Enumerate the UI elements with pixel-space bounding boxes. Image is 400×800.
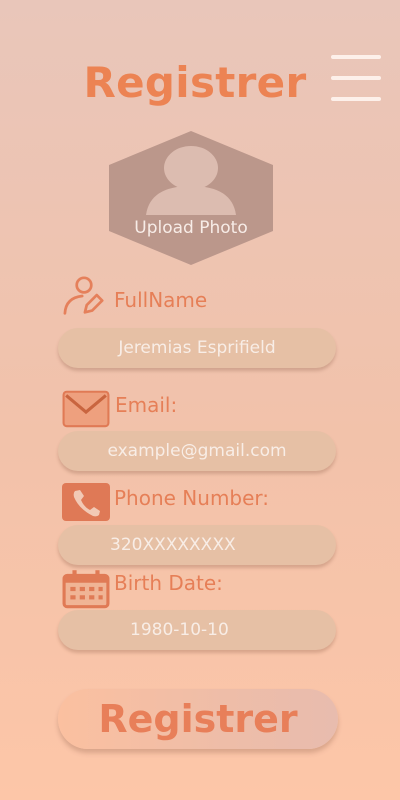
envelope-icon xyxy=(62,390,110,428)
email-label-row: Email: xyxy=(60,390,260,430)
birth-date-field[interactable]: 1980-10-10 xyxy=(58,610,336,650)
phone-field[interactable]: 320XXXXXXXX xyxy=(58,525,336,565)
upload-photo-label: Upload Photo xyxy=(134,218,248,238)
hexagon-frame xyxy=(109,131,273,265)
fullname-field[interactable]: Jeremias Esprifield xyxy=(58,328,336,368)
menu-bar xyxy=(331,55,381,59)
phone-label: Phone Number: xyxy=(114,486,270,510)
menu-bar xyxy=(331,97,381,101)
birth-label-row: Birth Date: xyxy=(60,569,280,609)
hamburger-menu-icon[interactable] xyxy=(331,55,381,103)
phone-label-row: Phone Number: xyxy=(60,483,300,523)
email-label: Email: xyxy=(115,393,178,417)
phone-icon xyxy=(62,483,110,521)
fullname-label-row: FullName xyxy=(60,276,260,316)
menu-bar xyxy=(331,76,381,80)
user-edit-icon xyxy=(63,276,104,315)
register-button[interactable]: Registrer xyxy=(58,689,338,749)
email-field[interactable]: example@gmail.com xyxy=(58,431,336,471)
upload-photo-button[interactable]: Upload Photo xyxy=(108,130,273,265)
calendar-icon xyxy=(62,570,110,609)
birth-date-label: Birth Date: xyxy=(114,571,223,595)
fullname-label: FullName xyxy=(114,288,208,312)
